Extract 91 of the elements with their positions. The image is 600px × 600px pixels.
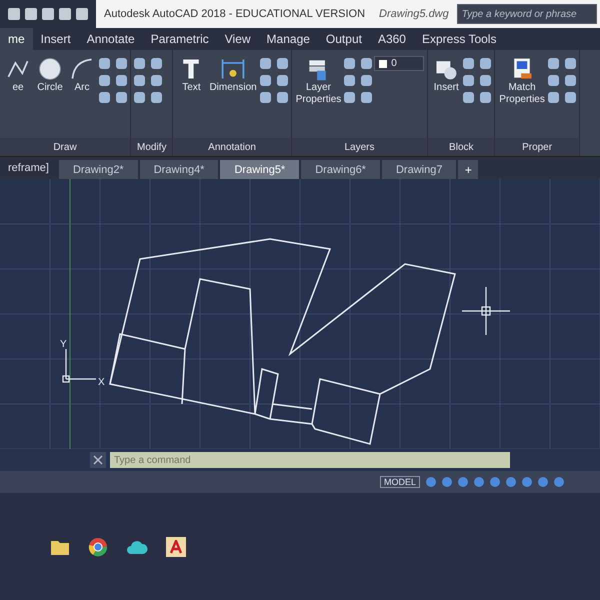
- document-tab[interactable]: Drawing5*: [220, 160, 300, 179]
- axis-label: Y: [60, 339, 67, 350]
- drawing-canvas[interactable]: Y X: [0, 179, 600, 449]
- panel-title[interactable]: Modify: [131, 138, 172, 156]
- small-tool-icon[interactable]: [116, 75, 127, 86]
- document-tab[interactable]: Drawing6*: [301, 160, 380, 179]
- axis-label: X: [98, 377, 105, 388]
- cloud-icon[interactable]: [126, 538, 148, 554]
- small-tool-icon[interactable]: [564, 75, 576, 86]
- status-toggle-icon[interactable]: [538, 477, 548, 487]
- small-tool-icon[interactable]: [361, 58, 372, 69]
- small-tool-icon[interactable]: [99, 58, 110, 69]
- small-tool-icon[interactable]: [480, 92, 492, 103]
- ribbon-tab[interactable]: Output: [318, 28, 370, 50]
- small-tool-icon[interactable]: [276, 75, 288, 86]
- panel-title[interactable]: Block: [428, 138, 494, 156]
- tool-button[interactable]: Text: [176, 56, 206, 94]
- status-toggle-icon[interactable]: [522, 477, 532, 487]
- panel-title[interactable]: Layers: [292, 138, 428, 156]
- tool-button[interactable]: ee: [3, 56, 33, 94]
- small-tool-icon[interactable]: [480, 58, 492, 69]
- ribbon-tab[interactable]: Manage: [258, 28, 318, 50]
- panel-title[interactable]: Proper: [495, 138, 579, 156]
- status-toggle-icon[interactable]: [554, 477, 564, 487]
- small-tool-icon[interactable]: [260, 92, 271, 103]
- small-tool-icon[interactable]: [134, 58, 145, 69]
- small-tool-icon[interactable]: [548, 58, 559, 69]
- panel-title[interactable]: Annotation: [173, 138, 291, 156]
- small-tool-icon[interactable]: [260, 58, 271, 69]
- tool-button[interactable]: Circle: [35, 56, 65, 94]
- small-tool-icon[interactable]: [548, 92, 559, 103]
- ribbon-tab[interactable]: Annotate: [78, 28, 143, 50]
- status-toggle-icon[interactable]: [458, 477, 468, 487]
- browser-icon[interactable]: [88, 536, 108, 556]
- layer-dropdown[interactable]: 0: [374, 56, 424, 71]
- small-tool-icon[interactable]: [151, 75, 162, 86]
- small-tool-icon[interactable]: [344, 92, 356, 103]
- small-tool-icon[interactable]: [463, 75, 474, 86]
- small-tool-icon[interactable]: [463, 92, 474, 103]
- small-tool-icon[interactable]: [276, 58, 288, 69]
- small-tool-icon[interactable]: [463, 58, 474, 69]
- command-line-field[interactable]: Type a command: [110, 452, 510, 468]
- status-toggle-icon[interactable]: [490, 477, 500, 487]
- status-toggle-icon[interactable]: [506, 477, 516, 487]
- status-toggle-icon[interactable]: [442, 477, 452, 487]
- ucs-axes-icon: [62, 348, 97, 383]
- status-toggle-icon[interactable]: [426, 477, 436, 487]
- small-tool-icon[interactable]: [99, 92, 110, 103]
- document-tab[interactable]: Drawing4*: [140, 160, 218, 179]
- viewport-label[interactable]: reframe]: [0, 162, 57, 174]
- window-title: Autodesk AutoCAD 2018 - EDUCATIONAL VERSION: [104, 8, 366, 20]
- status-toggle-icon[interactable]: [474, 477, 484, 487]
- document-tab[interactable]: Drawing7: [382, 160, 456, 179]
- tool-button[interactable]: Layer Properties: [294, 56, 342, 105]
- ribbon-tab[interactable]: Parametric: [142, 28, 217, 50]
- small-tool-icon[interactable]: [344, 58, 356, 69]
- small-tool-icon[interactable]: [151, 58, 162, 69]
- small-tool-icon[interactable]: [116, 92, 127, 103]
- ribbon-tab[interactable]: Express Tools: [414, 28, 504, 50]
- close-icon[interactable]: [90, 452, 106, 468]
- small-tool-icon[interactable]: [151, 92, 162, 103]
- small-tool-icon[interactable]: [344, 75, 356, 86]
- small-tool-icon[interactable]: [99, 75, 110, 86]
- small-tool-icon[interactable]: [564, 92, 576, 103]
- document-tab[interactable]: Drawing2*: [58, 160, 138, 179]
- small-tool-icon[interactable]: [361, 75, 372, 86]
- ribbon-tab[interactable]: View: [216, 28, 259, 50]
- file-name: Drawing5.dwg: [379, 8, 449, 20]
- ribbon-tab[interactable]: me: [0, 28, 33, 50]
- circle-icon: [37, 56, 63, 82]
- app-icon[interactable]: [166, 536, 186, 556]
- ribbon-tab[interactable]: Insert: [32, 28, 79, 50]
- small-tool-icon[interactable]: [548, 75, 559, 86]
- crosshair-cursor: [461, 286, 511, 336]
- ribbon-tab[interactable]: A360: [370, 28, 414, 50]
- small-tool-icon[interactable]: [134, 75, 145, 86]
- panel-title[interactable]: Draw: [0, 138, 130, 156]
- small-tool-icon[interactable]: [134, 92, 145, 103]
- search-field[interactable]: Type a keyword or phrase: [456, 4, 597, 24]
- model-space-button[interactable]: MODEL: [380, 476, 420, 488]
- tool-button[interactable]: Match Properties: [498, 56, 546, 105]
- small-tool-icon[interactable]: [276, 92, 288, 103]
- new-tab-button[interactable]: +: [458, 160, 478, 179]
- small-tool-icon[interactable]: [260, 75, 271, 86]
- tool-button[interactable]: Arc: [67, 56, 97, 94]
- small-tool-icon[interactable]: [361, 92, 372, 103]
- small-tool-icon[interactable]: [116, 58, 127, 69]
- small-tool-icon[interactable]: [480, 75, 492, 86]
- tool-button[interactable]: Insert: [431, 56, 462, 94]
- small-tool-icon[interactable]: [564, 58, 576, 69]
- tool-button[interactable]: Dimension: [208, 56, 258, 94]
